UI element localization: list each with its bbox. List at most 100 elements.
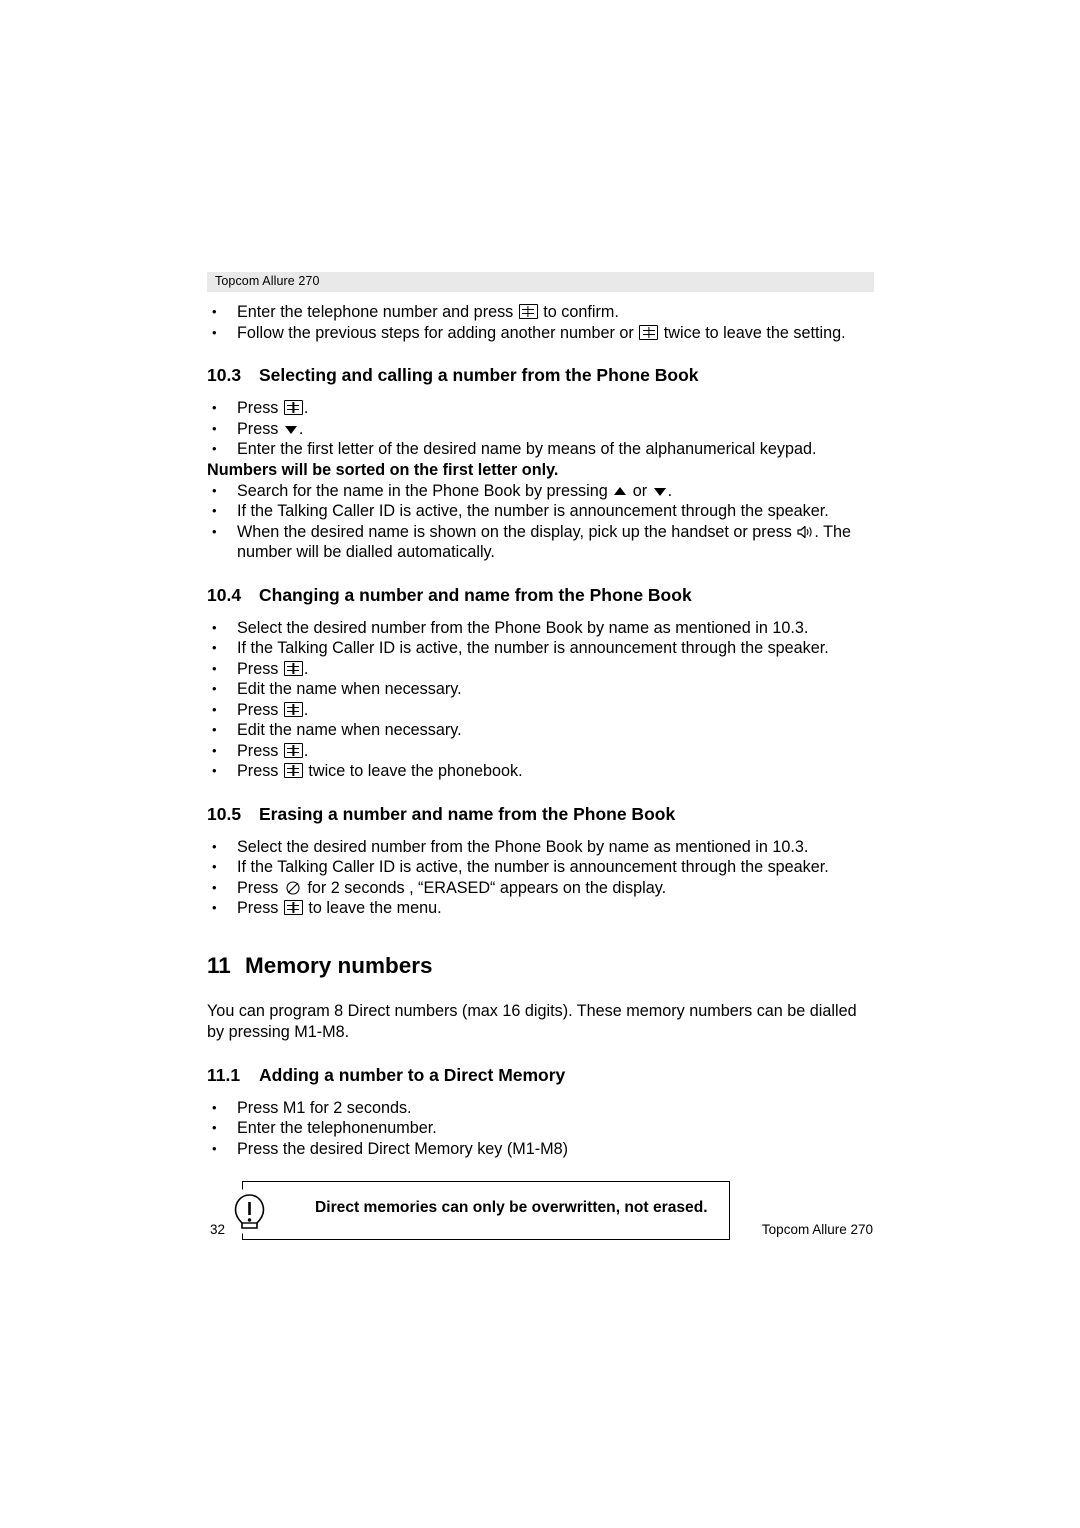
bullet-text: Press [237,399,283,417]
bullet-text: If the Talking Caller ID is active, the … [237,858,829,876]
list-item: Select the desired number from the Phone… [207,837,877,858]
chapter-title: Memory numbers [245,952,433,978]
bullet-text: Select the desired number from the Phone… [237,618,809,637]
section-heading-10-4: 10.4 Changing a number and name from the … [207,585,877,606]
sorting-note: Numbers will be sorted on the first lett… [207,460,559,479]
bullet-text-post: twice to leave the setting. [659,323,846,342]
list-item: Press M1 for 2 seconds. [207,1098,877,1119]
bullet-text: Press [237,659,283,678]
phonebook-icon [283,742,303,758]
bullet-text: Search for the name in the Phone Book by… [237,481,613,500]
bullet-text: Press [237,700,283,719]
bullet-text-mid: or [628,481,652,500]
bullet-text-post: to confirm. [538,303,619,321]
bullet-text-post: twice to leave the phonebook. [303,762,523,780]
list-item: Press the desired Direct Memory key (M1-… [207,1139,877,1160]
list-item: Enter the telephonenumber. [207,1118,877,1139]
running-head-text: Topcom Allure 270 [215,274,320,288]
list-item: Edit the name when necessary. [207,679,877,700]
down-arrow-icon [653,487,666,496]
list-item: Enter the telephone number and press to … [207,302,877,323]
list-item: Select the desired number from the Phone… [207,618,877,639]
bullet-text: If the Talking Caller ID is active, the … [237,639,829,657]
list-item: Enter the first letter of the desired na… [207,439,877,460]
list-item: Press to leave the menu. [207,898,877,919]
document-page: Topcom Allure 270 Enter the telephone nu… [0,0,1080,1528]
phonebook-icon [283,763,303,778]
bullet-text-post: . [303,399,309,417]
list-item: Press . [207,700,877,721]
phonebook-icon [283,660,303,676]
bullet-text: Edit the name when necessary. [237,680,462,698]
list-item: Press . [207,659,877,680]
bullet-text-post: . [667,481,673,500]
bullet-text: Press M1 for 2 seconds. [237,1098,412,1117]
bullet-text: Enter the first letter of the desired na… [237,440,817,458]
list-item: If the Talking Caller ID is active, the … [207,501,877,522]
section-number: 11.1 [207,1064,241,1085]
chapter-number: 11 [207,952,231,978]
bullet-text: Press [237,419,283,438]
section-number: 10.5 [207,803,242,824]
bullet-text: If the Talking Caller ID is active, the … [237,502,829,520]
bullet-text-post: . [298,419,304,438]
bullet-text-post: to leave the menu. [303,899,442,917]
bullet-text: Press the desired Direct Memory key (M1-… [237,1139,569,1158]
bullet-text-post: . [303,741,309,760]
footer-page-number: 32 [210,1222,226,1237]
intro-bullet-list: Enter the telephone number and press to … [207,302,877,343]
bullet-text-post: for 2 seconds , “ERASED“ appears on the … [302,878,667,897]
bullet-text: Press [237,899,283,917]
warning-icon [227,1189,272,1234]
section-10-3-bullets-2: Search for the name in the Phone Book by… [207,481,877,563]
section-title: Erasing a number and name from the Phone… [259,803,676,824]
section-10-3-bullets: Press . Press . Enter the first letter o… [207,398,877,460]
list-item: Press . [207,741,877,762]
section-10-4-bullets: Select the desired number from the Phone… [207,618,877,782]
section-title: Changing a number and name from the Phon… [259,584,692,605]
speaker-icon [797,524,813,538]
section-heading-10-5: 10.5 Erasing a number and name from the P… [207,804,877,825]
section-title: Adding a number to a Direct Memory [259,1064,566,1085]
page-content: Enter the telephone number and press to … [207,302,877,1240]
chapter-paragraph: You can program 8 Direct numbers (max 16… [207,1001,857,1041]
list-item: Search for the name in the Phone Book by… [207,481,877,502]
phonebook-icon [283,900,303,915]
list-item: Press twice to leave the phonebook. [207,761,877,782]
phonebook-icon [518,304,538,319]
chapter-heading-11: 11 Memory numbers [207,953,877,979]
note-box: Direct memories can only be overwritten,… [227,1181,730,1240]
list-item: If the Talking Caller ID is active, the … [207,638,877,659]
list-item: Press . [207,419,877,440]
bullet-text: When the desired name is shown on the di… [237,522,797,541]
section-11-1-bullets: Press M1 for 2 seconds. Enter the teleph… [207,1098,877,1160]
list-item: Press for 2 seconds , “ERASED“ appears o… [207,878,877,899]
section-number: 10.3 [207,365,242,385]
section-10-5-bullets: Select the desired number from the Phone… [207,837,877,919]
erase-icon [285,880,301,896]
bullet-text: Edit the name when necessary. [237,721,462,739]
phonebook-icon [639,324,659,340]
bullet-text: Enter the telephone number and press [237,303,518,321]
section-heading-11-1: 11.1 Adding a number to a Direct Memory [207,1065,877,1086]
list-item: Follow the previous steps for adding ano… [207,323,877,344]
phonebook-icon [283,701,303,717]
list-item: If the Talking Caller ID is active, the … [207,857,877,878]
bullet-text: Press [237,878,283,897]
section-heading-10-3: 10.3 Selecting and calling a number from … [207,365,877,386]
bullet-text-post: . [303,659,309,678]
up-arrow-icon [614,486,627,495]
phonebook-icon [283,400,303,415]
bullet-text: Select the desired number from the Phone… [237,837,809,856]
section-title: Selecting and calling a number from the … [259,365,699,385]
bullet-text: Follow the previous steps for adding ano… [237,323,639,342]
list-item: When the desired name is shown on the di… [207,522,877,563]
down-arrow-icon [284,425,297,434]
bullet-text: Press [237,741,283,760]
section-number: 10.4 [207,584,242,605]
bullet-text: Enter the telephonenumber. [237,1119,437,1137]
list-item: Press . [207,398,877,419]
note-text: Direct memories can only be overwritten,… [315,1199,708,1216]
list-item: Edit the name when necessary. [207,720,877,741]
bullet-text-post: . [303,700,309,719]
